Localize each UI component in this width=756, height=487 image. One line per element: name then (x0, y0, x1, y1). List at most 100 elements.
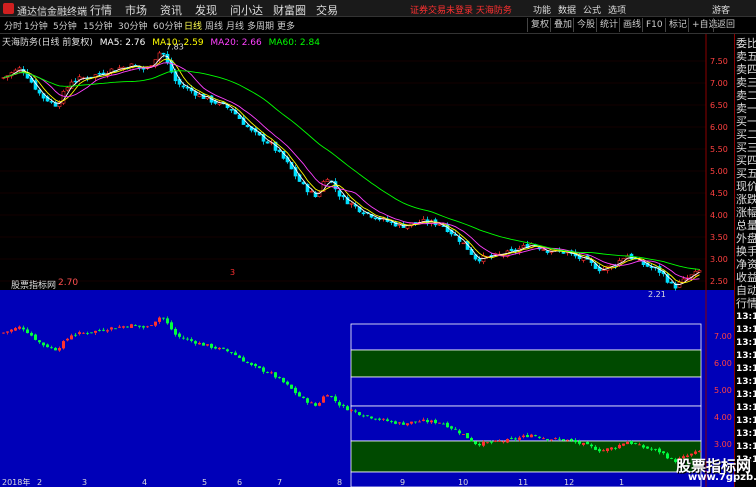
tf-1min[interactable]: 1分钟 (24, 19, 48, 32)
menu-wenxiaoda[interactable]: 问小达 (230, 2, 263, 18)
ma20-value: MA20: 2.66 (210, 38, 262, 48)
menu-shichang[interactable]: 市场 (125, 2, 147, 18)
side-label: 涨幅 (736, 206, 756, 219)
indicator-bar (114, 328, 117, 330)
btn-fuquan[interactable]: 复权 (527, 18, 552, 32)
tf-multi[interactable]: 多周期 (247, 19, 274, 32)
indicator-bar (370, 416, 373, 419)
menu-hangqing[interactable]: 行情 (90, 2, 112, 18)
indicator-bar (246, 361, 249, 363)
menu-gongshi[interactable]: 公式 (583, 3, 601, 16)
indicator-bar (366, 415, 369, 417)
ma5-value: MA5: 2.76 (99, 38, 146, 48)
indicator-bar (378, 418, 381, 420)
indicator-bar (142, 326, 145, 328)
indicator-bar (18, 326, 21, 329)
indicator-bar (510, 437, 513, 439)
menu-zixun[interactable]: 资讯 (160, 2, 182, 18)
btn-fanhui[interactable]: 返回 (713, 18, 738, 32)
indicator-bar (530, 434, 533, 438)
menu-xuanxiang[interactable]: 选项 (608, 3, 626, 16)
candle-body (229, 109, 234, 111)
btn-tongji[interactable]: 统计 (596, 18, 621, 32)
app-logo-icon (3, 3, 14, 14)
indicator-bar (614, 447, 617, 449)
indicator-bar (306, 398, 309, 403)
indicator-bar (618, 444, 621, 449)
indicator-bar (162, 317, 165, 319)
indicator-bar (478, 443, 481, 446)
tf-fenshi[interactable]: 分时 (4, 19, 22, 32)
btn-jingu[interactable]: 今股 (573, 18, 598, 32)
candle-body (373, 217, 378, 220)
side-label: 卖二 (736, 89, 756, 102)
indicator-bar (26, 329, 29, 334)
indicator-bar (82, 332, 85, 334)
indicator-bar (438, 422, 441, 424)
indicator-bar (2, 332, 5, 334)
candle-body (669, 281, 674, 284)
indicator-bar (594, 446, 597, 450)
btn-diejia[interactable]: 叠加 (550, 18, 575, 32)
side-label: 换手 (736, 245, 756, 258)
indicator-bar (326, 395, 329, 397)
indicator-bar (442, 423, 445, 425)
date-tick: 8 (337, 478, 342, 487)
menu-shuju[interactable]: 数据 (558, 3, 576, 16)
indicator-bar (94, 330, 97, 333)
btn-f10[interactable]: F10 (642, 18, 666, 32)
indicator-bar (74, 334, 77, 336)
indicator-tick: 4.00 (714, 413, 732, 422)
menu-jiaoyi[interactable]: 交易 (316, 2, 338, 18)
tf-15min[interactable]: 15分钟 (83, 19, 112, 32)
tf-more[interactable]: 更多 (277, 19, 295, 32)
candle-body (65, 87, 70, 91)
tf-daily[interactable]: 日线 (184, 19, 202, 32)
indicator-bar (186, 338, 189, 340)
kline-chart[interactable]: 7.50 7.00 6.50 6.00 5.50 5.00 4.50 4.00 3.50 3.00… (0, 34, 734, 487)
side-label: 委比 (736, 37, 756, 50)
date-tick: 7 (277, 478, 282, 487)
indicator-zone (350, 440, 702, 473)
indicator-bar (622, 443, 625, 446)
side-label: 卖一 (736, 102, 756, 115)
indicator-bar (126, 326, 129, 328)
tf-weekly[interactable]: 周线 (205, 19, 223, 32)
indicator-bar (170, 322, 173, 330)
side-label: 卖三 (736, 76, 756, 89)
indicator-zone (350, 376, 702, 407)
event-marker[interactable]: 3 (230, 268, 235, 277)
indicator-bar (666, 453, 669, 459)
side-label: 自动 (736, 284, 756, 297)
indicator-bar (90, 332, 93, 334)
candle-body (97, 73, 102, 75)
tf-5min[interactable]: 5分钟 (53, 19, 77, 32)
date-tick: 9 (400, 478, 405, 487)
indicator-bar (406, 423, 409, 426)
guest-label[interactable]: 游客 (712, 3, 730, 16)
menu-faxian[interactable]: 发现 (195, 2, 217, 18)
indicator-bar (446, 422, 449, 428)
indicator-bar (566, 439, 569, 441)
indicator-bar (394, 421, 397, 424)
side-label: 总量 (736, 219, 756, 232)
menu-gongneng[interactable]: 功能 (533, 3, 551, 16)
menu-caifuquan[interactable]: 财富圈 (273, 2, 306, 18)
login-warning[interactable]: 证券交易未登录 天海防务 (410, 3, 512, 16)
tf-monthly[interactable]: 月线 (226, 19, 244, 32)
tf-60min[interactable]: 60分钟 (153, 19, 182, 32)
btn-huaxian[interactable]: 画线 (619, 18, 644, 32)
candle-body (245, 125, 250, 128)
tick-time: 13:11 (736, 312, 756, 322)
indicator-bar (586, 441, 589, 445)
indicator-bar (226, 349, 229, 352)
indicator-bar (362, 415, 365, 417)
indicator-bar (178, 333, 181, 337)
price-tick: 5.50 (710, 145, 728, 154)
indicator-bar (222, 347, 225, 349)
indicator-bar (342, 404, 345, 406)
btn-biaoji[interactable]: 标记 (665, 18, 690, 32)
tf-30min[interactable]: 30分钟 (118, 19, 147, 32)
indicator-bar (106, 330, 109, 332)
price-tick: 4.50 (710, 189, 728, 198)
